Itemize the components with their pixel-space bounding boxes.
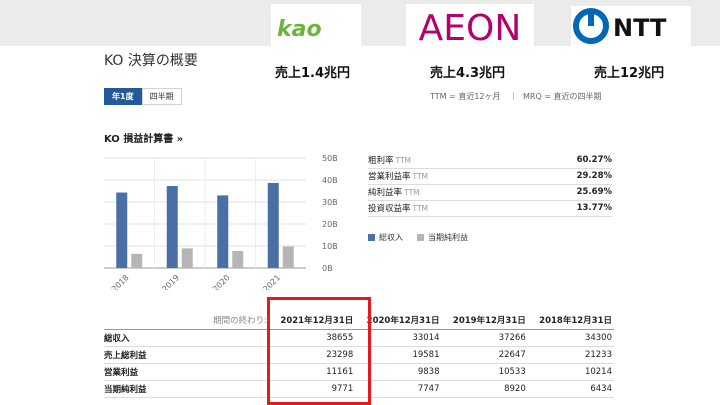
ratio-tag: TTM [412,204,429,213]
bar-revenue [116,192,128,268]
tab-annual[interactable]: 年1度 [104,88,142,105]
y-tick-label: 20B [322,220,338,229]
ratio-row: 投資収益率 TTM 13.77% [368,200,612,217]
ratio-row: 純利益率 TTM 25.69% [368,184,612,201]
y-tick-label: 0B [322,264,333,273]
y-tick-label: 40B [322,176,338,185]
legend-label-revenue: 総収入 [379,233,403,242]
ratio-row: 粗利率 TTM 60.27% [368,152,612,169]
ratio-label: 営業利益率 [368,172,411,182]
ntt-logo: NTT [571,6,691,46]
table-cell: 8920 [441,380,528,398]
ratio-tag: TTM [412,172,429,181]
legend-item-revenue: 総収入 [368,232,403,243]
revenue-income-chart: 0B 10B 20B 30B 40B 50B 2018 2019 2020 2021 [104,154,338,290]
table-cell: 34300 [527,329,614,347]
ratio-value: 60.27% [521,152,612,169]
ratio-value: 29.28% [521,168,612,185]
income-statement-link[interactable]: KO 損益計算書 » [104,130,183,145]
legend-label-net-income: 当期純利益 [428,233,468,242]
mrq-note: MRQ = 直近の四半期 [523,92,602,101]
page-title: KO 決算の概要 [104,53,198,69]
tab-quarterly[interactable]: 四半期 [141,88,182,105]
ratio-label: 粗利率 [368,155,394,166]
x-tick-label: 2021 [261,273,282,290]
ntt-sales-label: 売上12兆円 [594,66,665,81]
aeon-sales-label: 売上4.3兆円 [430,66,506,81]
bar-revenue [166,186,178,268]
table-cell: 6434 [527,380,614,398]
bar-net-income [232,250,244,268]
bar-revenue [267,182,279,268]
chart-legend: 総収入 当期純利益 [368,232,482,243]
ttm-note: TTM = 直近12ヶ月 [430,92,501,101]
x-tick-label: 2020 [211,273,232,290]
period-tabs: 年1度 四半期 [104,88,182,105]
legend-item-net-income: 当期純利益 [417,232,468,243]
svg-text:NTT: NTT [613,14,667,42]
x-tick-label: 2019 [160,273,181,290]
row-label: 営業利益 [104,363,269,381]
aeon-logo: AEON [406,4,534,50]
bar-net-income [131,253,143,268]
period-end-label: 期間の終わり: [104,312,269,330]
highlight-box-2021 [267,297,371,405]
x-tick-label: 2018 [110,273,131,290]
column-header: 2018年12月31日 [527,312,614,330]
kao-sales-label: 売上1.4兆円 [275,66,351,81]
row-label: 売上総利益 [104,346,269,364]
y-tick-label: 50B [322,154,338,163]
ratios-table: 粗利率 TTM 60.27% 営業利益率 TTM 29.28% 純利益率 TTM 25… [368,152,612,217]
bar-revenue [217,195,229,268]
row-label: 総収入 [104,329,269,347]
legend-swatch-revenue [368,234,375,241]
legend-separator: | [512,91,515,100]
table-cell: 22647 [441,346,528,364]
ratio-tag: TTM [404,188,420,197]
svg-text:AEON: AEON [419,8,522,49]
kao-logo: kao [271,4,361,50]
table-cell: 37266 [441,329,528,347]
svg-text:kao: kao [277,17,322,42]
ratio-row: 営業利益率 TTM 29.28% [368,168,612,185]
y-tick-label: 10B [322,242,338,251]
table-cell: 10214 [527,363,614,381]
bar-net-income [181,248,193,268]
ratio-tag: TTM [395,155,412,165]
row-label: 当期純利益 [104,380,269,398]
bar-net-income [282,246,294,268]
legend-swatch-net-income [417,234,424,241]
table-cell: 10533 [441,363,528,381]
ratio-value: 13.77% [521,200,612,217]
ratio-label: 投資収益率 [368,204,411,214]
ratio-label: 純利益率 [368,188,403,198]
table-cell: 21233 [527,346,614,364]
column-header: 2019年12月31日 [441,312,528,330]
ratio-value: 25.69% [521,184,612,201]
y-tick-label: 30B [322,198,338,207]
